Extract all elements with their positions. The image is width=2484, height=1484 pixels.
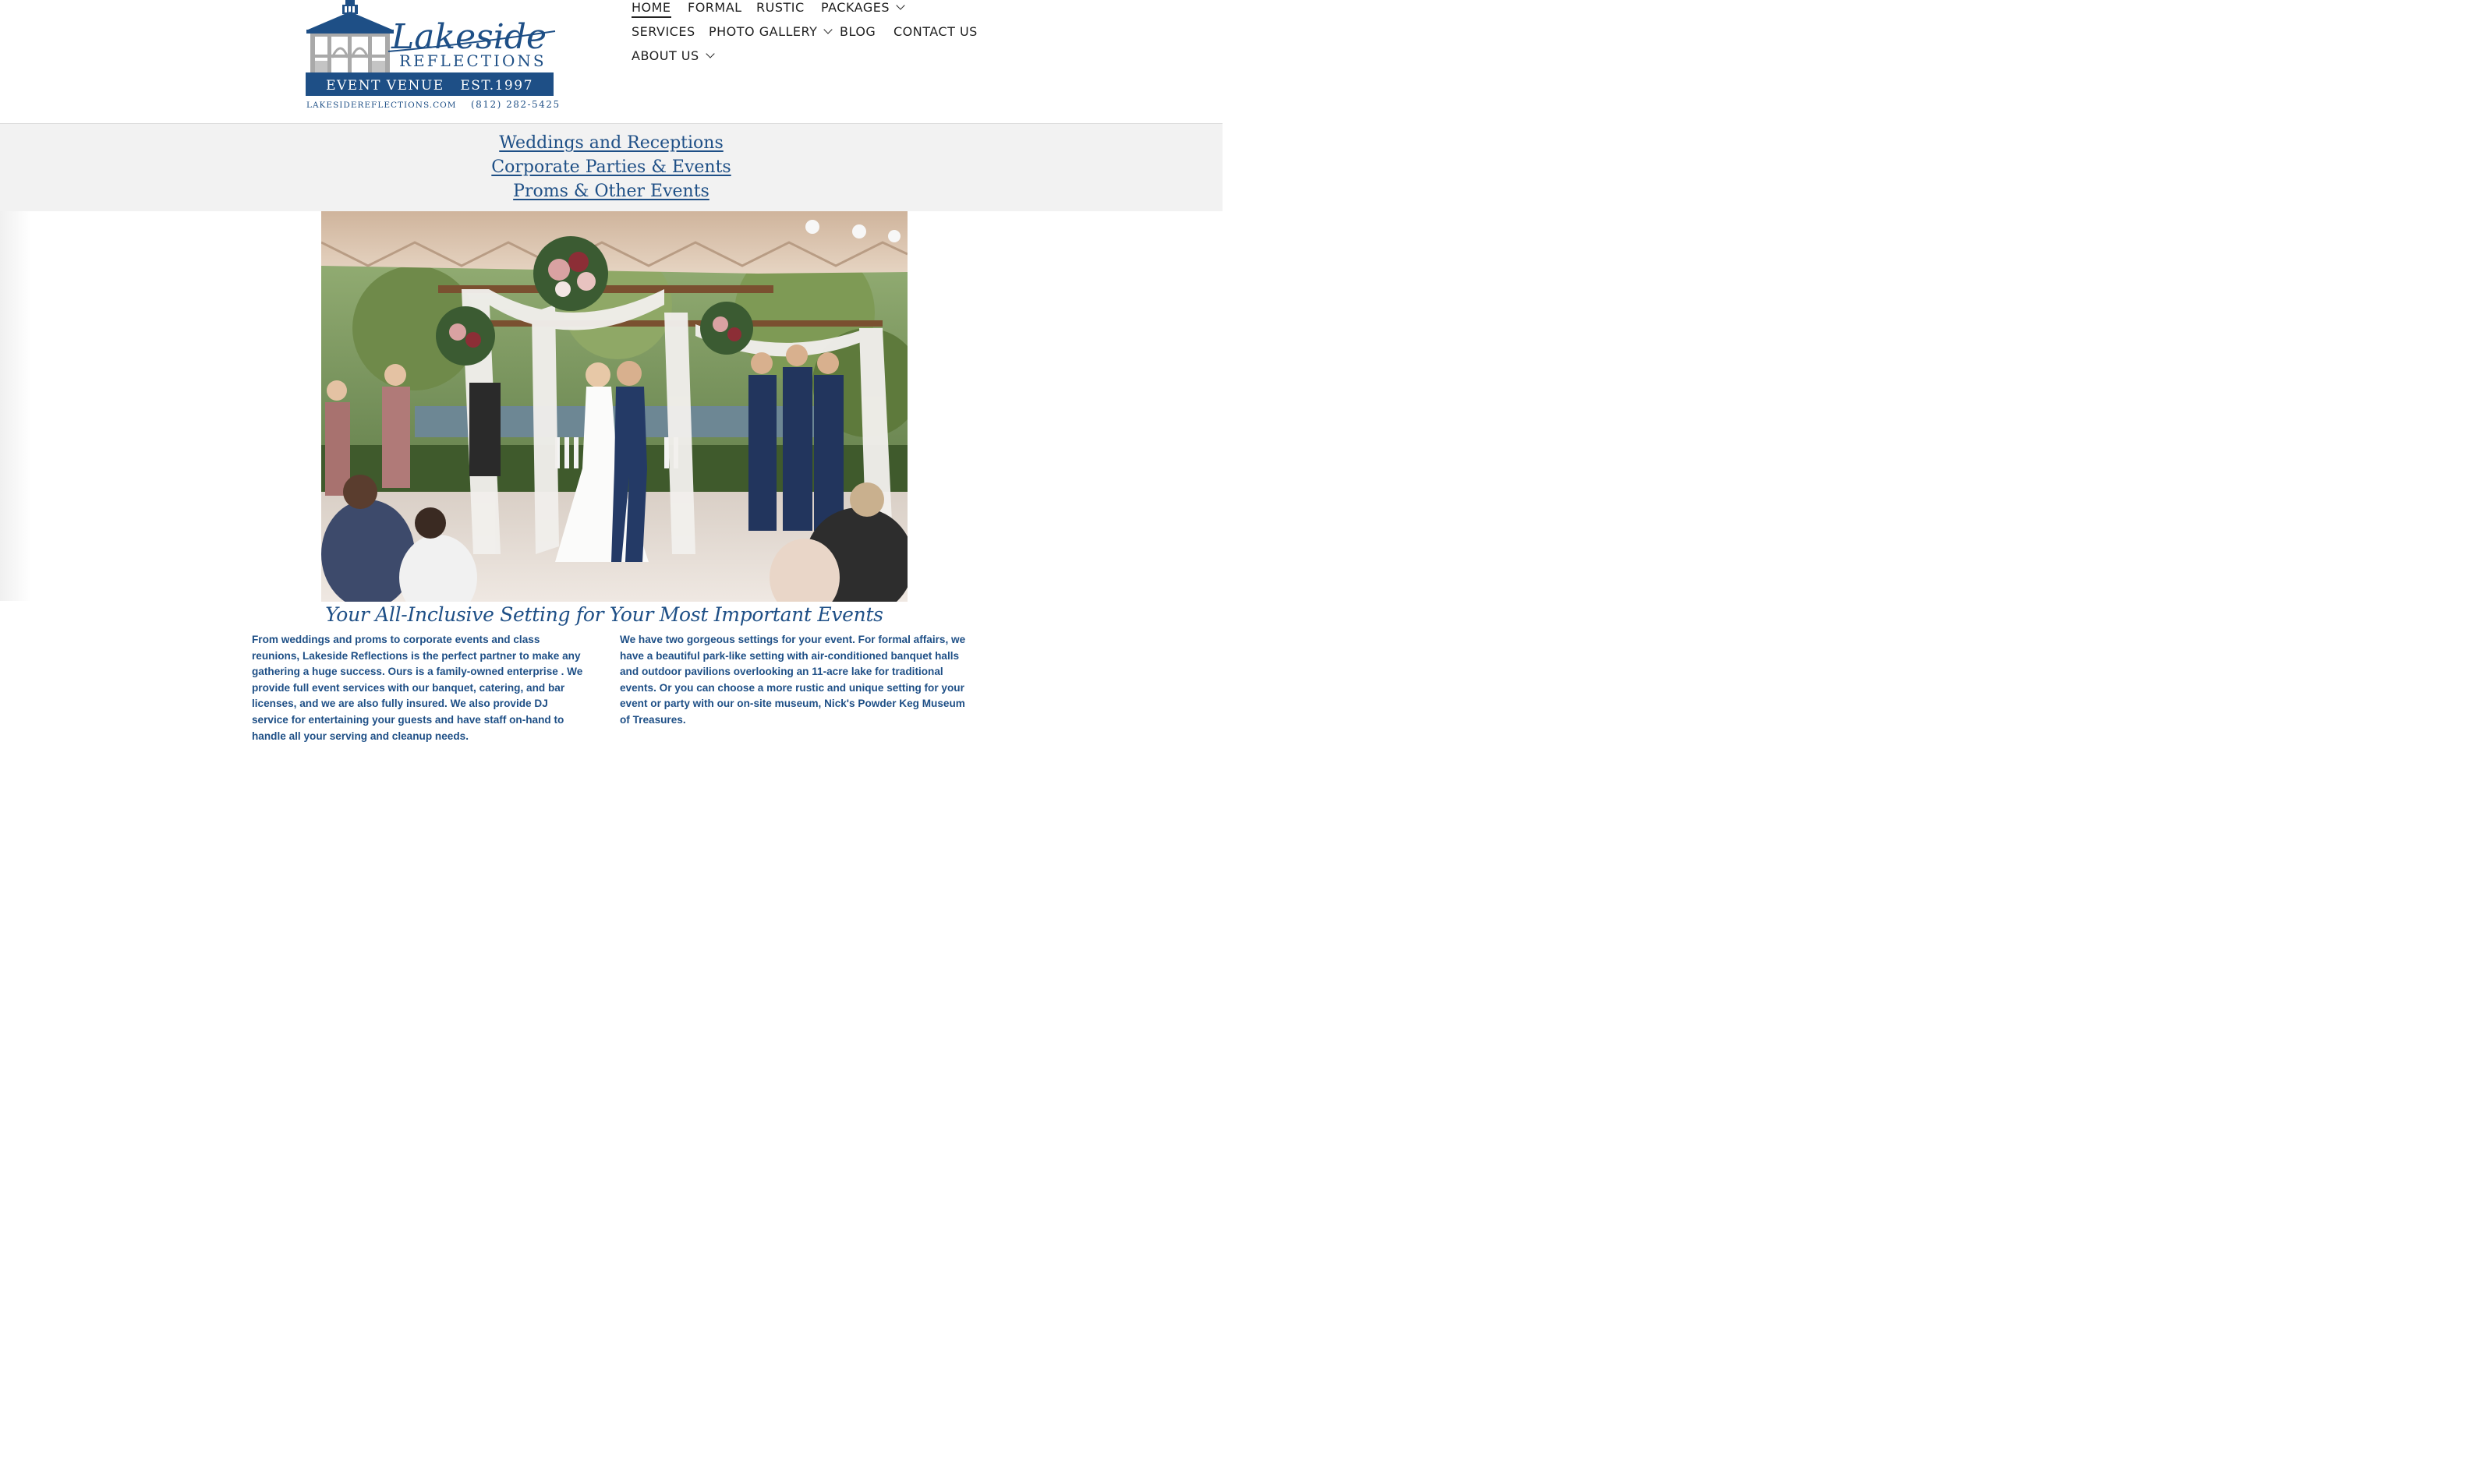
logo-venue-line: EVENT VENUE EST.1997 <box>326 78 533 94</box>
tagline-corporate[interactable]: Corporate Parties & Events <box>0 157 1223 177</box>
logo-phone: (812) 282-5425 <box>471 99 561 110</box>
tagline-weddings-text: Weddings and Receptions <box>499 133 724 153</box>
nav-contact-us[interactable]: CONTACT US <box>893 24 978 39</box>
intro-paragraph-right: We have two gorgeous settings for your e… <box>620 634 966 726</box>
nav-blog-label: BLOG <box>840 24 876 39</box>
tagline-corporate-text: Corporate Parties & Events <box>491 157 731 177</box>
nav-home[interactable]: HOME <box>632 0 671 18</box>
side-shadow <box>0 211 31 601</box>
site-header: Lakeside REFLECTIONS EVENT VENUE EST.199… <box>0 0 1223 124</box>
logo-website: LAKESIDEREFLECTIONS.COM <box>306 101 457 110</box>
nav-about-us[interactable]: ABOUT US <box>632 48 715 63</box>
nav-services-label: SERVICES <box>632 24 695 39</box>
nav-formal[interactable]: FORMAL <box>688 0 742 15</box>
page-headline: Your All-Inclusive Setting for Your Most… <box>325 603 883 626</box>
gazebo-icon <box>306 0 394 74</box>
nav-packages[interactable]: PACKAGES <box>821 0 905 15</box>
tagline-weddings[interactable]: Weddings and Receptions <box>0 133 1223 153</box>
tagline-proms[interactable]: Proms & Other Events <box>0 182 1223 201</box>
nav-packages-label: PACKAGES <box>821 0 890 15</box>
nav-formal-label: FORMAL <box>688 0 742 15</box>
chevron-down-icon <box>896 1 905 10</box>
logo-name-caps: REFLECTIONS <box>399 51 547 70</box>
tagline-proms-text: Proms & Other Events <box>513 182 709 201</box>
nav-photo-gallery[interactable]: PHOTO GALLERY <box>709 24 833 39</box>
tagline-band: Weddings and Receptions Corporate Partie… <box>0 124 1223 211</box>
chevron-down-icon <box>706 49 715 58</box>
nav-home-label: HOME <box>632 0 671 15</box>
nav-rustic-label: RUSTIC <box>756 0 805 15</box>
nav-blog[interactable]: BLOG <box>840 24 876 39</box>
hero-wedding-photo <box>321 211 908 602</box>
intro-paragraph-left: From weddings and proms to corporate eve… <box>252 634 583 742</box>
nav-rustic[interactable]: RUSTIC <box>756 0 805 15</box>
nav-services[interactable]: SERVICES <box>632 24 695 39</box>
nav-about-us-label: ABOUT US <box>632 48 699 63</box>
nav-contact-us-label: CONTACT US <box>893 24 978 39</box>
lakeside-reflections-logo[interactable]: Lakeside REFLECTIONS EVENT VENUE EST.199… <box>304 0 561 114</box>
chevron-down-icon <box>823 25 833 34</box>
nav-photo-gallery-label: PHOTO GALLERY <box>709 24 818 39</box>
